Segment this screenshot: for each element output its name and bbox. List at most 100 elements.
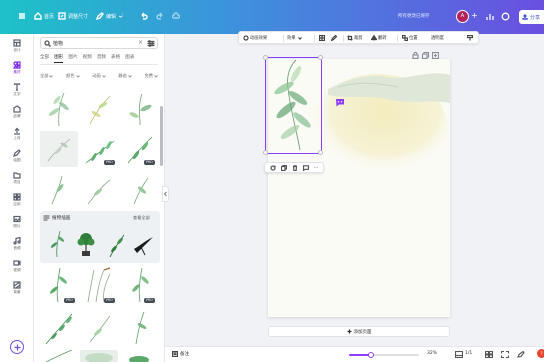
flip-button[interactable]: 翻转 xyxy=(371,35,387,41)
result-thumbnail[interactable] xyxy=(120,90,158,128)
more-options-button[interactable] xyxy=(467,35,473,41)
rail-item-apps[interactable]: 应用 xyxy=(0,193,34,213)
invite-button[interactable]: + xyxy=(471,11,478,21)
resize-handle[interactable] xyxy=(318,150,323,155)
rotate-icon[interactable] xyxy=(269,164,276,171)
see-all-link[interactable]: 查看全部 xyxy=(133,215,150,221)
fullscreen-button[interactable] xyxy=(500,350,510,359)
filter-all[interactable]: 全部 xyxy=(40,72,54,80)
rail-item-design[interactable]: 设计 xyxy=(0,39,34,59)
share-icon xyxy=(522,14,528,20)
result-thumbnail[interactable] xyxy=(120,172,158,206)
effects-button[interactable]: 效果 xyxy=(287,35,303,41)
result-thumbnail[interactable] xyxy=(120,308,158,346)
effects-label: 效果 xyxy=(287,36,296,41)
result-thumbnail[interactable] xyxy=(40,308,78,346)
filter-color[interactable]: 颜色 xyxy=(66,72,80,80)
tab-photos[interactable]: 图片 xyxy=(68,54,77,63)
resize-handle[interactable] xyxy=(263,150,268,155)
add-page-icon[interactable] xyxy=(432,52,439,59)
edit-button[interactable]: 编辑 xyxy=(96,12,123,20)
filter-static[interactable]: 静态 xyxy=(118,72,132,80)
transparency-button[interactable]: 透明度 xyxy=(431,35,444,41)
result-thumbnail[interactable] xyxy=(80,172,118,206)
animate-label: 动画效果 xyxy=(250,36,268,41)
rail-item-upload[interactable]: 上传 xyxy=(0,127,34,147)
rail-item-video[interactable]: 视频 xyxy=(0,259,34,279)
undo-button[interactable] xyxy=(140,12,148,20)
resize-handle[interactable] xyxy=(318,55,323,60)
zoom-slider[interactable] xyxy=(349,352,419,358)
panel-scrollbar[interactable] xyxy=(160,106,163,166)
avatar[interactable]: A xyxy=(456,10,469,23)
redo-button[interactable] xyxy=(156,12,164,20)
pages-button[interactable] xyxy=(454,350,464,359)
collapse-panel-button[interactable] xyxy=(162,186,169,202)
cloud-save-button[interactable] xyxy=(172,12,180,20)
animate-button[interactable]: 动画效果 xyxy=(243,35,267,41)
result-thumbnail[interactable] xyxy=(40,131,78,167)
comment-icon[interactable] xyxy=(302,164,309,171)
color-button[interactable] xyxy=(319,35,325,41)
pen-tool-button[interactable] xyxy=(517,350,525,358)
pen-button[interactable] xyxy=(331,35,337,41)
selection-box[interactable] xyxy=(263,55,323,155)
duplicate-page-icon[interactable] xyxy=(422,52,429,59)
filter-animation[interactable]: 动画 xyxy=(92,72,106,80)
rail-item-background[interactable]: 背景 xyxy=(0,281,34,301)
search-input[interactable] xyxy=(53,39,131,48)
share-button[interactable]: 分享 xyxy=(519,10,544,24)
zoom-level[interactable]: 32% xyxy=(427,351,437,356)
delete-icon[interactable] xyxy=(292,164,298,171)
rail-item-draw[interactable]: 绘图 xyxy=(0,149,34,169)
tab-audio[interactable]: 音频 xyxy=(97,54,106,63)
position-button[interactable]: 位置 xyxy=(402,35,418,41)
zoom-slider-knob[interactable] xyxy=(368,352,375,358)
lock-icon[interactable] xyxy=(412,52,419,59)
element-toolbar: ⋯ xyxy=(264,162,324,173)
clear-icon[interactable]: × xyxy=(138,39,143,46)
rail-item-elements[interactable]: 素材 xyxy=(0,61,34,81)
tab-charts[interactable]: 图表 xyxy=(125,54,134,63)
upload-icon xyxy=(14,127,20,135)
rail-item-audio[interactable]: 音频 xyxy=(0,237,34,257)
watercolor-illustration xyxy=(85,353,113,362)
result-thumbnail[interactable] xyxy=(102,227,128,259)
stats-button[interactable] xyxy=(486,12,495,21)
result-thumbnail[interactable] xyxy=(120,350,158,362)
result-thumbnail[interactable] xyxy=(40,350,78,362)
duplicate-icon[interactable] xyxy=(280,164,287,171)
result-thumbnail[interactable] xyxy=(131,227,157,259)
rail-label: 品牌 xyxy=(13,114,21,118)
crop-button[interactable]: 裁剪 xyxy=(347,35,363,41)
menu-button[interactable] xyxy=(18,12,26,20)
resize-button[interactable]: 调整尺寸 xyxy=(58,12,88,20)
add-page-button[interactable]: 添加页面 xyxy=(268,326,450,337)
rail-item-text[interactable]: 文字 xyxy=(0,83,34,103)
resize-handle[interactable] xyxy=(263,55,268,60)
rail-item-photos[interactable]: 照片 xyxy=(0,215,34,235)
result-thumbnail[interactable] xyxy=(40,90,78,128)
comment-button[interactable] xyxy=(501,12,510,21)
tab-all[interactable]: 全部 xyxy=(40,54,49,63)
result-thumbnail[interactable] xyxy=(80,308,118,346)
home-button[interactable]: 首页 xyxy=(34,12,54,20)
tab-tables[interactable]: 表格 xyxy=(111,54,120,63)
result-thumbnail[interactable] xyxy=(80,90,118,128)
rail-item-projects[interactable]: 项目 xyxy=(0,171,34,191)
result-thumbnail[interactable] xyxy=(40,172,78,206)
filter-icon[interactable] xyxy=(147,40,155,47)
tab-graphics[interactable]: 图形 xyxy=(54,54,64,63)
notes-button[interactable]: 备注 xyxy=(172,351,189,357)
more-icon[interactable]: ⋯ xyxy=(314,165,319,171)
result-thumbnail[interactable] xyxy=(73,227,99,259)
grid-view-button[interactable] xyxy=(484,350,494,359)
rail-item-brand[interactable]: 品牌 xyxy=(0,105,34,125)
result-thumbnail[interactable] xyxy=(80,350,118,362)
filter-free[interactable]: 免费 xyxy=(145,72,158,80)
result-thumbnail[interactable] xyxy=(44,227,70,259)
ai-assistant-button[interactable] xyxy=(335,98,345,107)
help-button[interactable]: ? xyxy=(537,349,544,358)
magic-studio-button[interactable] xyxy=(10,340,24,354)
tab-videos[interactable]: 视频 xyxy=(83,54,92,63)
